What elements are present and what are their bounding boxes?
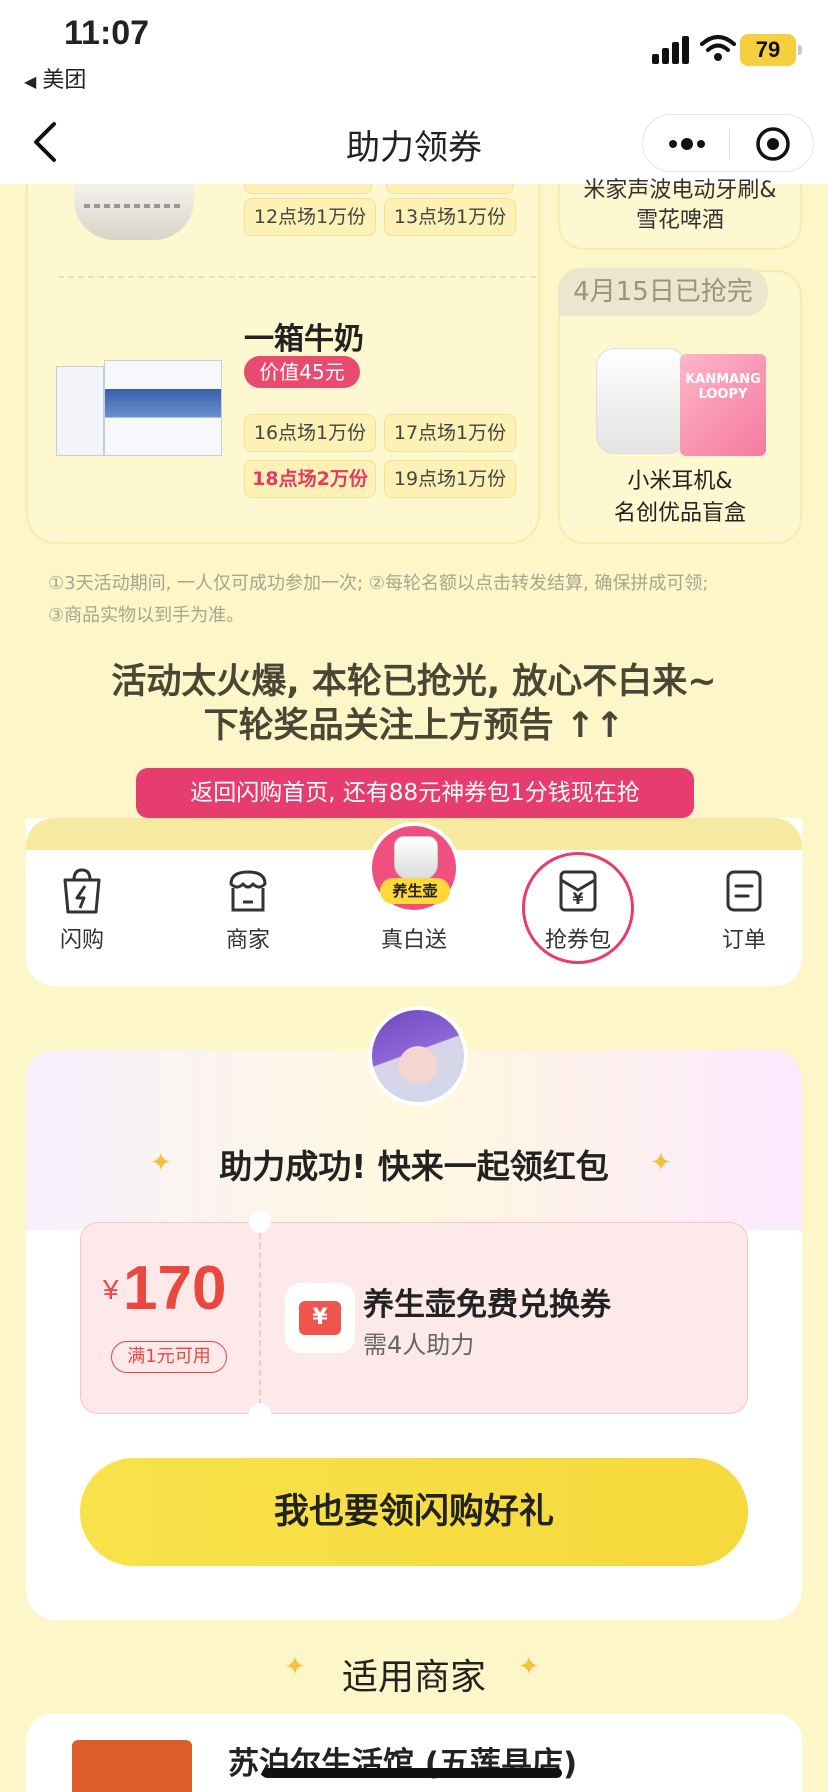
headline-line-1: 活动太火爆, 本轮已抢光, 放心不白来~	[111, 662, 717, 702]
session-chip: 13点场1万份	[384, 198, 516, 236]
mini-program-capsule	[642, 114, 814, 172]
coupon-value: 170	[123, 1254, 227, 1323]
back-app-label: 美团	[42, 68, 87, 93]
back-to-app-link[interactable]: ◀ 美团	[24, 62, 86, 94]
svg-text:¥: ¥	[572, 889, 583, 908]
tab-label: 商家	[225, 928, 270, 953]
coupon-subtitle: 需4人助力	[363, 1331, 475, 1359]
tab-flash-sale[interactable]: 闪购	[22, 866, 142, 954]
nav-bar: 助力领券	[0, 100, 828, 184]
milk-box-image	[56, 360, 222, 456]
status-time: 11:07	[64, 14, 150, 52]
back-triangle-icon: ◀	[24, 72, 37, 91]
tab-label: 真白送	[380, 928, 447, 953]
coupon-notch	[249, 1403, 271, 1425]
tab-label: 订单	[721, 928, 766, 953]
session-chip-partial	[244, 184, 372, 194]
milk-prize-name: 一箱牛奶	[244, 322, 364, 357]
tab-coupon-pack[interactable]: ¥ 抢券包	[518, 866, 638, 954]
prize-divider	[58, 276, 536, 278]
flash-sale-promo-banner[interactable]: 返回闪购首页, 还有88元神券包1分钱现在抢	[136, 768, 694, 832]
tab-free-gift[interactable]: 养生壶	[368, 822, 460, 914]
tab-orders[interactable]: 订单	[684, 866, 804, 954]
coupon-bag-icon: ¥	[559, 870, 597, 912]
tab-label: 抢券包	[544, 928, 611, 953]
more-dots-icon[interactable]	[665, 129, 709, 159]
activity-rules: ①3天活动期间, 一人仅可成功参加一次; ②每轮名额以点击转发结算, 确保拼成可…	[48, 568, 808, 632]
earbuds-image	[596, 348, 686, 454]
prize-name-toothbrush-beer: 米家声波电动牙刷& 雪花啤酒	[583, 178, 777, 233]
rule-line-2: ③商品实物以到手为准。	[48, 605, 245, 626]
coupon-icon: ¥	[285, 1283, 355, 1353]
tab-badge: 养生壶	[380, 878, 450, 904]
session-chip: 16点场1万份	[244, 414, 376, 452]
help-success-title: 助力成功! 快来一起领红包	[219, 1147, 609, 1186]
session-chip: 19点场1万份	[384, 460, 516, 498]
kettle-image	[74, 184, 194, 240]
prize-name-earbuds-blindbox: 小米耳机& 名创优品盲盒	[613, 469, 746, 526]
store-thumbnail	[72, 1740, 192, 1792]
coupon-ticket: ¥ 170 满1元可用 ¥ 养生壶免费兑换券 需4人助力	[80, 1211, 748, 1425]
store-icon	[229, 870, 267, 912]
coupon-amount: ¥ 170	[103, 1253, 243, 1324]
close-target-icon[interactable]	[755, 126, 791, 162]
headline-line-2: 下轮奖品关注上方预告 ↑↑	[203, 706, 625, 746]
session-chip-hot: 18点场2万份	[244, 460, 376, 498]
tab-label: 闪购	[59, 928, 104, 953]
currency-symbol: ¥	[103, 1274, 119, 1305]
avatar	[368, 1006, 468, 1106]
capsule-divider	[729, 129, 730, 159]
home-indicator	[262, 1768, 562, 1778]
yen-ticket-icon: ¥	[299, 1301, 341, 1335]
order-icon	[726, 870, 762, 912]
claim-gift-button[interactable]: 我也要领闪购好礼	[80, 1458, 748, 1566]
cellular-signal-icon	[652, 36, 696, 64]
status-bar: 11:07 ◀ 美团 79	[0, 0, 828, 100]
milk-price-badge: 价值45元	[244, 356, 360, 388]
kettle-icon	[394, 836, 438, 880]
applicable-merchants-title: 适用商家	[341, 1657, 486, 1698]
wifi-icon	[700, 35, 736, 61]
coupon-divider	[259, 1233, 261, 1405]
session-chip: 12点场1万份	[244, 198, 376, 236]
tab-merchants[interactable]: 商家	[188, 866, 308, 954]
rule-line-1: ①3天活动期间, 一人仅可成功参加一次; ②每轮名额以点击转发结算, 确保拼成可…	[48, 573, 709, 594]
coupon-condition: 满1元可用	[111, 1341, 227, 1373]
lightning-bag-icon	[63, 868, 101, 914]
sold-out-tag: 4月15日已抢完	[558, 268, 768, 316]
coupon-notch	[249, 1211, 271, 1233]
battery-indicator: 79	[740, 34, 802, 66]
coupon-title: 养生壶免费兑换券	[363, 1287, 611, 1323]
session-chip: 17点场1万份	[384, 414, 516, 452]
sold-out-headline: 活动太火爆, 本轮已抢光, 放心不白来~ 下轮奖品关注上方预告 ↑↑	[0, 660, 828, 748]
session-chip-partial	[386, 184, 514, 194]
blind-box-image: KANMANG LOOPY	[680, 354, 766, 456]
